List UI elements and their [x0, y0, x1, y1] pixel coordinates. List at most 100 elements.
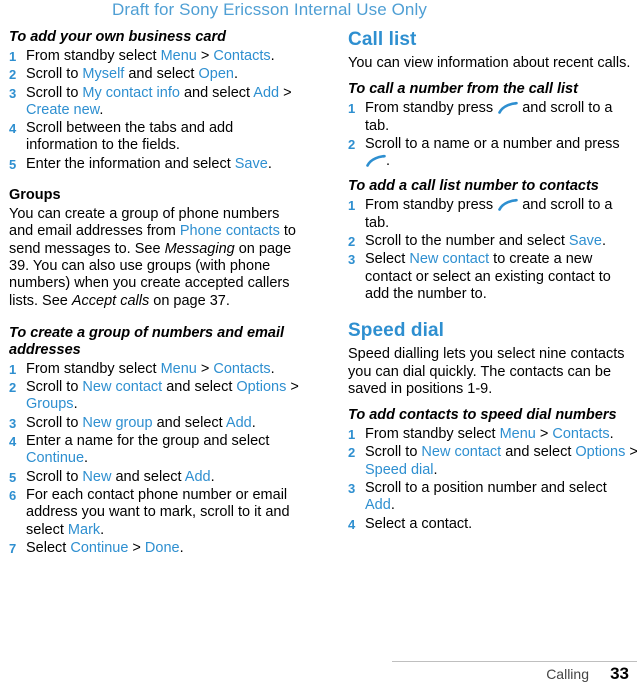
ui-term: Options: [236, 379, 287, 396]
text-run: >: [286, 379, 299, 396]
ui-term: Options: [575, 444, 626, 461]
text-run: Scroll to: [26, 379, 83, 396]
cross-reference: Messaging: [164, 240, 235, 257]
text-run: From standby select: [365, 426, 500, 443]
text-run: .: [179, 539, 184, 556]
text-run: Scroll to: [26, 414, 83, 431]
step-item: From standby select Menu > Contacts.: [9, 360, 299, 379]
text-run: and select: [152, 414, 226, 431]
text-run: Enter a name for the group and select: [26, 433, 270, 450]
ui-term: My contact info: [82, 84, 180, 101]
text-run: .: [386, 153, 391, 170]
text-run: Scroll to a name or a number and press: [365, 135, 620, 152]
text-run: >: [535, 426, 553, 443]
step-item: From standby press and scroll to a tab.: [348, 197, 637, 232]
ui-term: New: [82, 468, 112, 485]
step-item: Scroll to New group and select Add.: [9, 414, 299, 433]
step-item: Scroll to New contact and select Options…: [348, 444, 637, 479]
text-run: >: [196, 48, 214, 64]
ui-term: Menu: [499, 426, 536, 443]
step-item: Select Continue > Done.: [9, 539, 299, 558]
speed-dial-intro: Speed dialling lets you select nine cont…: [348, 346, 625, 397]
ui-term: Save: [234, 155, 268, 172]
right-column: Call list You can view information about…: [348, 29, 637, 534]
text-run: .: [609, 426, 614, 443]
text-run: and select: [501, 444, 576, 461]
text-run: >: [279, 84, 292, 101]
step-item: From standby press and scroll to a tab.: [348, 100, 637, 135]
call-key-icon: [365, 154, 386, 167]
ui-term: Menu: [160, 48, 197, 64]
step-item: Enter a name for the group and select Co…: [9, 433, 299, 468]
ui-term: Continue: [70, 539, 129, 556]
step-item: Scroll to the number and select Save.: [348, 233, 637, 251]
step-item: Scroll to My contact info and select Add…: [9, 85, 299, 120]
steps-create-group: From standby select Menu > Contacts. Scro…: [9, 360, 299, 558]
text-run: Scroll to the number and select: [365, 233, 569, 250]
step-item: Scroll to New and select Add.: [9, 468, 299, 487]
steps-add-call-list-number-to-contacts: From standby press and scroll to a tab. S…: [348, 197, 637, 303]
ui-term: Save: [568, 233, 602, 250]
ui-term: Speed dial: [365, 461, 434, 478]
footer-page-number: 33: [610, 664, 629, 683]
heading-call-list: Call list: [348, 29, 417, 50]
ui-term: Continue: [26, 450, 85, 467]
footer-background: [0, 661, 637, 686]
draft-notice: Draft for Sony Ericsson Internal Use Onl…: [112, 0, 427, 19]
text-run: Scroll to: [26, 66, 83, 83]
text-run: .: [601, 233, 607, 250]
heading-create-group: To create a group of numbers and email a…: [9, 324, 285, 358]
steps-add-own-business-card: From standby select Menu > Contacts. Scro…: [9, 48, 299, 173]
page-footer: Calling 33: [0, 660, 637, 686]
step-item: Scroll between the tabs and add informat…: [9, 120, 299, 155]
text-run: >: [196, 360, 214, 377]
ui-term: New contact: [421, 444, 502, 461]
ui-term: Contacts: [213, 48, 271, 64]
ui-term: New group: [82, 414, 153, 431]
text-run: Select: [365, 251, 410, 268]
heading-groups: Groups: [9, 187, 61, 204]
step-item: Scroll to Myself and select Open.: [9, 66, 299, 84]
ui-term: Add: [253, 84, 280, 101]
heading-call-number-from-call-list: To call a number from the call list: [348, 81, 578, 98]
text-run: Scroll to: [365, 444, 422, 461]
text-run: .: [233, 66, 239, 83]
step-item: From standby select Menu > Contacts.: [9, 48, 299, 66]
text-run: .: [99, 101, 104, 118]
heading-add-own-business-card: To add your own business card: [9, 29, 226, 45]
text-run: and select: [162, 379, 237, 396]
step-item: Scroll to a position number and select A…: [348, 480, 637, 515]
steps-add-contacts-to-speed-dial: From standby select Menu > Contacts. Scro…: [348, 426, 637, 533]
cross-reference: Accept calls: [71, 292, 150, 309]
heading-add-call-list-number-to-contacts: To add a call list number to contacts: [348, 178, 599, 195]
text-run: .: [270, 48, 275, 64]
ui-term: Add: [184, 468, 211, 485]
call-key-icon: [497, 101, 518, 115]
text-run: >: [128, 539, 145, 556]
ui-term: New contact: [409, 251, 490, 268]
ui-term: Add: [365, 497, 391, 514]
text-run: .: [100, 521, 105, 538]
heading-add-contacts-to-speed-dial: To add contacts to speed dial numbers: [348, 407, 617, 424]
text-run: .: [267, 155, 272, 172]
step-item: Enter the information and select Save.: [9, 155, 299, 174]
text-run: .: [270, 360, 275, 377]
groups-body: You can create a group of phone numbers …: [9, 206, 299, 310]
step-item: From standby select Menu > Contacts.: [348, 426, 637, 444]
ui-term: Contacts: [552, 426, 610, 443]
text-run: Scroll to: [26, 468, 83, 485]
text-run: and select: [124, 66, 199, 83]
text-run: From standby press: [365, 100, 498, 117]
text-run: on page 37.: [149, 292, 230, 309]
text-run: Scroll between the tabs and add informat…: [26, 120, 234, 154]
text-run: .: [210, 468, 215, 485]
step-item: Scroll to a name or a number and press .: [348, 136, 637, 171]
ui-term: Open: [198, 66, 234, 83]
text-run: Enter the information and select: [26, 155, 235, 172]
ui-term: Contacts: [213, 360, 271, 377]
text-run: >: [625, 444, 637, 461]
ui-term: Myself: [82, 66, 125, 83]
step-item: For each contact phone number or email a…: [9, 487, 299, 539]
text-run: and select: [179, 84, 254, 101]
text-run: .: [73, 396, 78, 413]
